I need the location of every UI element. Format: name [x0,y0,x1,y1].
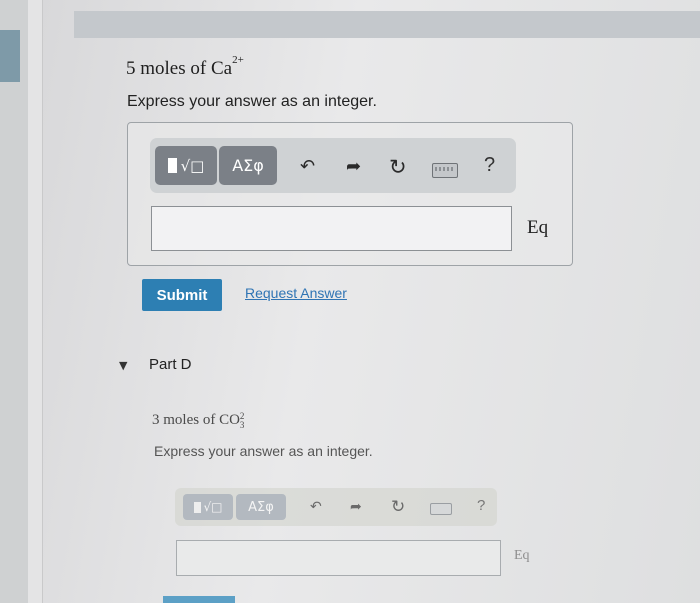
left-panel-accent [0,30,20,82]
question-text: 5 moles of Ca2+ [126,54,244,79]
templates-button[interactable]: √□ [155,146,217,185]
instruction-text: Express your answer as an integer. [127,93,377,110]
unit-label: Eq [527,217,549,238]
part-d-unit-label: Eq [514,548,530,563]
keyboard-icon[interactable] [430,503,452,515]
reset-icon[interactable]: ↻ [389,157,407,178]
request-answer-link[interactable]: Request Answer [245,285,347,301]
redo-icon[interactable]: ➦ [346,158,361,176]
part-header-band [74,11,700,38]
keyboard-icon[interactable] [432,163,458,178]
part-d-answer-input[interactable] [176,540,501,576]
template-square-icon [167,158,177,173]
part-d-question-text: 3 moles of CO 2 3 [152,411,245,430]
part-d-title[interactable]: Part D [149,356,192,373]
redo-icon[interactable]: ➦ [350,500,362,514]
help-icon[interactable]: ? [484,154,495,177]
left-panel-strip [0,0,28,603]
caret-down-icon[interactable]: ▼ [119,359,127,372]
part-d-submit-button[interactable] [163,596,235,603]
browser-screen: 5 moles of Ca2+ Express your answer as a… [0,0,700,603]
reset-icon[interactable]: ↻ [391,499,405,516]
undo-icon[interactable]: ↶ [300,158,315,176]
answer-input[interactable] [151,206,512,251]
left-border [28,0,43,603]
symbols-button[interactable]: ΑΣφ [219,146,277,185]
part-d-instruction-text: Express your answer as an integer. [154,443,373,459]
part-d-symbols-button[interactable]: ΑΣφ [236,494,286,520]
template-square-icon [193,501,201,513]
help-icon[interactable]: ? [477,497,485,514]
part-d-templates-button[interactable]: √□ [183,494,233,520]
undo-icon[interactable]: ↶ [310,500,322,514]
submit-button[interactable]: Submit [142,279,222,311]
